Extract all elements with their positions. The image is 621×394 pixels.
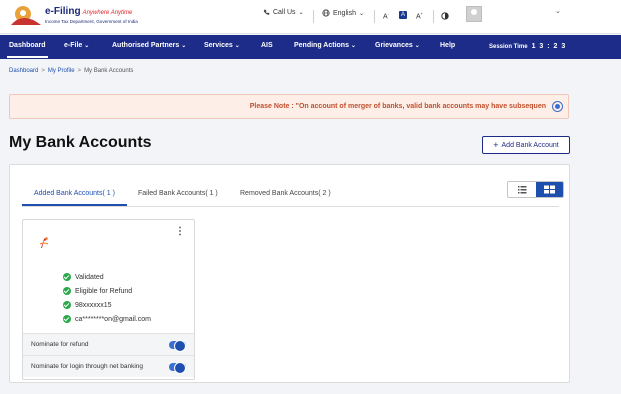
divider xyxy=(374,10,375,23)
nominate-netbanking-row: Nominate for login through net banking xyxy=(23,355,194,377)
list-icon xyxy=(518,186,527,194)
view-toggle xyxy=(507,181,564,198)
contrast-icon[interactable] xyxy=(441,12,449,20)
check-circle-icon xyxy=(63,273,71,281)
nav-item-authorised-partners[interactable]: Authorised Partners ⌄ xyxy=(112,42,186,49)
grid-icon xyxy=(544,185,555,194)
notice-text: Please Note : "On account of merger of b… xyxy=(249,103,546,110)
nominate-netbanking-toggle[interactable] xyxy=(169,362,186,374)
detail-eligible-refund: Eligible for Refund xyxy=(63,287,132,295)
breadcrumb-my-profile[interactable]: My Profile xyxy=(48,68,75,74)
session-timer: Session Time 1 3 : 2 3 xyxy=(489,43,567,50)
breadcrumb-dashboard[interactable]: Dashboard xyxy=(9,68,38,74)
nav-item-grievances[interactable]: Grievances ⌄ xyxy=(375,42,420,49)
call-us-menu[interactable]: Call Us ⌄ xyxy=(263,9,304,16)
chevron-down-icon: ⌄ xyxy=(84,43,90,49)
top-header: e-Filing Anywhere Anytime Income Tax Depa… xyxy=(0,0,621,34)
detail-account-number: 98xxxxxx15 xyxy=(63,301,112,309)
chevron-down-icon: ⌄ xyxy=(350,43,356,49)
check-circle-icon xyxy=(63,315,71,323)
nav-item-help[interactable]: Help xyxy=(440,42,455,49)
active-tab-indicator xyxy=(22,204,127,206)
font-increase-button[interactable]: A+ xyxy=(416,11,423,20)
list-view-button[interactable] xyxy=(508,182,536,197)
check-circle-icon xyxy=(63,301,71,309)
nav-item-ais[interactable]: AIS xyxy=(261,42,273,49)
bank-account-card: ⋮ Validated Eligible for Refund 98xxxxxx… xyxy=(22,219,195,380)
add-bank-account-label: Add Bank Account xyxy=(501,141,559,149)
logo-tagline: Anywhere Anytime xyxy=(82,10,133,16)
chevron-down-icon: ⌄ xyxy=(234,43,240,49)
tab-failed-accounts[interactable]: Failed Bank Accounts( 1 ) xyxy=(138,190,218,197)
call-us-label: Call Us xyxy=(273,9,296,16)
logo-subtitle: Income Tax Department, Government of Ind… xyxy=(45,19,138,24)
nav-item-efile[interactable]: e-File ⌄ xyxy=(64,42,89,49)
detail-email: ca********on@gmail.com xyxy=(63,315,151,323)
chevron-down-icon: ⌄ xyxy=(358,10,364,17)
main-nav: Dashboard e-File ⌄ Authorised Partners ⌄… xyxy=(0,35,621,59)
breadcrumb-current: My Bank Accounts xyxy=(84,68,134,74)
chevron-down-icon: ⌄ xyxy=(181,43,187,49)
tab-bar: Added Bank Accounts( 1 ) Failed Bank Acc… xyxy=(22,185,559,207)
nav-item-services[interactable]: Services ⌄ xyxy=(204,42,240,49)
efiling-logo[interactable]: e-Filing Anywhere Anytime Income Tax Depa… xyxy=(9,5,157,29)
nav-item-pending-actions[interactable]: Pending Actions ⌄ xyxy=(294,42,356,49)
info-icon[interactable] xyxy=(552,101,563,112)
page-title: My Bank Accounts xyxy=(9,134,152,151)
more-options-icon[interactable]: ⋮ xyxy=(175,226,185,237)
phone-icon xyxy=(263,9,270,15)
chevron-right-icon: > xyxy=(77,68,82,74)
globe-icon xyxy=(322,9,330,17)
font-normal-button[interactable]: A xyxy=(399,11,407,19)
logo-title: e-Filing Anywhere Anytime xyxy=(45,6,133,17)
nav-item-dashboard[interactable]: Dashboard xyxy=(7,42,48,58)
language-label: English xyxy=(333,9,356,17)
divider xyxy=(433,10,434,23)
divider xyxy=(313,10,314,23)
tab-removed-accounts[interactable]: Removed Bank Accounts( 2 ) xyxy=(240,190,331,197)
nominate-refund-row: Nominate for refund xyxy=(23,333,194,355)
emblem-icon xyxy=(11,6,41,25)
nominate-netbanking-label: Nominate for login through net banking xyxy=(31,363,144,370)
tab-added-accounts[interactable]: Added Bank Accounts( 1 ) xyxy=(34,190,115,197)
check-circle-icon xyxy=(63,287,71,295)
plus-icon: + xyxy=(493,140,499,150)
bank-logo-icon xyxy=(39,237,49,248)
grid-view-button[interactable] xyxy=(536,182,563,197)
chevron-down-icon[interactable]: ⌄ xyxy=(555,7,561,15)
nominate-refund-label: Nominate for refund xyxy=(31,341,89,348)
bank-accounts-panel: Added Bank Accounts( 1 ) Failed Bank Acc… xyxy=(9,164,570,383)
chevron-down-icon: ⌄ xyxy=(414,43,420,49)
detail-validated: Validated xyxy=(63,273,104,281)
chevron-down-icon: ⌄ xyxy=(298,10,304,16)
avatar[interactable] xyxy=(466,6,482,22)
add-bank-account-button[interactable]: + Add Bank Account xyxy=(482,136,570,154)
chevron-right-icon: > xyxy=(41,68,45,74)
breadcrumb: Dashboard > My Profile > My Bank Accounts xyxy=(9,68,133,74)
font-decrease-button[interactable]: A- xyxy=(383,11,389,20)
nominate-refund-toggle[interactable] xyxy=(169,340,186,352)
language-menu[interactable]: English ⌄ xyxy=(322,9,364,17)
session-time-value: 1 3 : 2 3 xyxy=(531,43,567,50)
merger-notice: Please Note : "On account of merger of b… xyxy=(9,94,569,119)
